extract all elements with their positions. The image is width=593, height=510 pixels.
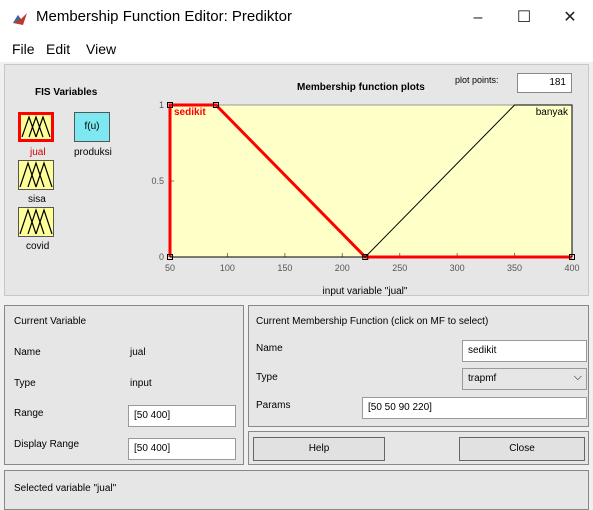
x-tick-label: 300 <box>450 263 465 273</box>
display-range-input[interactable]: [50 400] <box>128 438 236 460</box>
input-label-covid: covid <box>26 241 50 252</box>
maximize-button[interactable]: ☐ <box>501 0 547 36</box>
plot-points-label: plot points: <box>455 75 499 85</box>
x-tick-label: 350 <box>507 263 522 273</box>
input-label-sisa: sisa <box>28 194 46 205</box>
y-tick-label: 0.5 <box>151 176 164 186</box>
x-tick-label: 250 <box>392 263 407 273</box>
cv-range-label: Range <box>14 408 44 419</box>
mf-type-value: trapmf <box>468 373 497 384</box>
mf-name-label: Name <box>256 343 283 354</box>
input-sisa-icon[interactable] <box>18 160 54 190</box>
window-title: Membership Function Editor: Prediktor <box>36 8 292 25</box>
menu-file[interactable]: File <box>12 41 35 57</box>
minimize-button[interactable]: – <box>455 0 501 36</box>
cv-type-value: input <box>130 378 152 389</box>
mf-plot[interactable]: 50 100 150 200 250 300 350 400 0 0.5 1 sedikit banya… <box>150 97 585 297</box>
mf-params-input[interactable]: [50 50 90 220] <box>362 397 587 419</box>
status-text: Selected variable "jual" <box>14 483 117 494</box>
input-jual-icon[interactable] <box>18 112 54 142</box>
mf-type-select[interactable]: trapmf ⌵ <box>462 368 587 390</box>
output-produksi-icon[interactable]: f(u) <box>74 112 110 142</box>
plot-xlabel: input variable "jual" <box>322 286 408 297</box>
x-tick-label: 200 <box>335 263 350 273</box>
mf-label-banyak: banyak <box>536 107 569 118</box>
help-button[interactable]: Help <box>253 437 385 461</box>
mf-name-input[interactable]: sedikit <box>462 340 587 362</box>
current-mf-title: Current Membership Function (click on MF… <box>256 316 489 327</box>
y-tick-label: 1 <box>159 100 164 110</box>
menu-view[interactable]: View <box>86 41 116 57</box>
output-label-produksi: produksi <box>74 147 112 158</box>
plot-area <box>169 104 573 258</box>
current-variable-title: Current Variable <box>14 316 87 327</box>
input-covid-icon[interactable] <box>18 207 54 237</box>
cv-type-label: Type <box>14 378 36 389</box>
status-bar: Selected variable "jual" <box>4 470 589 510</box>
range-input[interactable]: [50 400] <box>128 405 236 427</box>
chevron-down-icon: ⌵ <box>573 371 582 383</box>
plot-title: Membership function plots <box>297 82 425 93</box>
y-tick-label: 0 <box>159 252 164 262</box>
input-label-jual: jual <box>30 147 46 158</box>
x-tick-label: 400 <box>564 263 579 273</box>
close-button[interactable]: Close <box>459 437 585 461</box>
cv-name-value: jual <box>130 347 146 358</box>
output-icon-text: f(u) <box>84 121 100 132</box>
x-tick-label: 50 <box>165 263 175 273</box>
x-tick-label: 100 <box>220 263 235 273</box>
fis-variables-title: FIS Variables <box>35 87 98 98</box>
cv-name-label: Name <box>14 347 41 358</box>
close-window-button[interactable]: ✕ <box>547 0 593 36</box>
matlab-app-icon <box>13 13 27 25</box>
mf-type-label: Type <box>256 372 278 383</box>
mf-label-sedikit: sedikit <box>174 107 206 118</box>
menu-edit[interactable]: Edit <box>46 41 70 57</box>
mf-params-label: Params <box>256 400 291 411</box>
cv-display-range-label: Display Range <box>14 439 80 450</box>
x-tick-label: 150 <box>277 263 292 273</box>
plot-points-input[interactable]: 181 <box>517 73 572 93</box>
